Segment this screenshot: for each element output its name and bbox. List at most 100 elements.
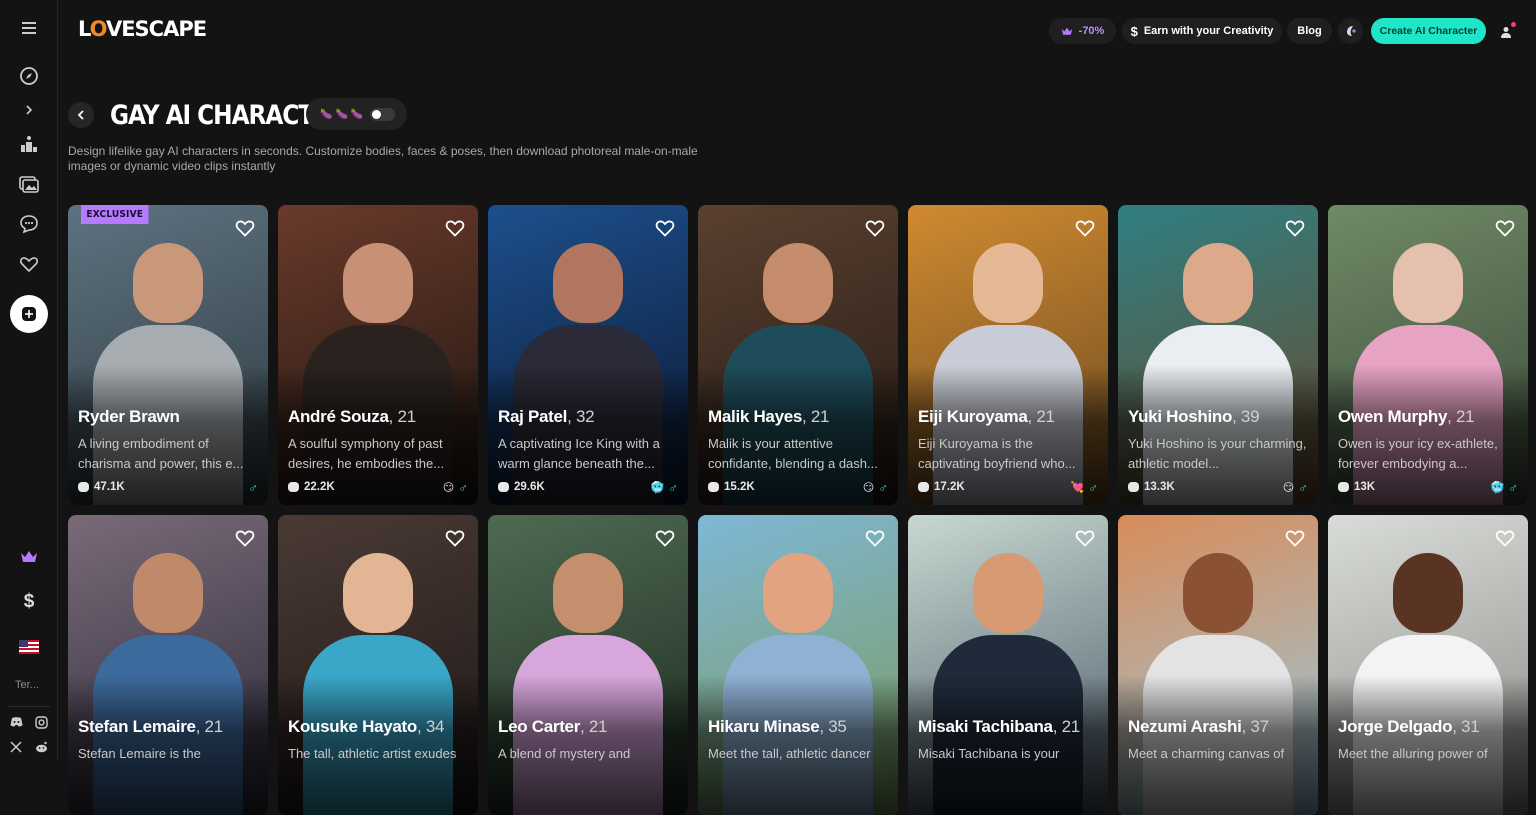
character-name-text: Eiji Kuroyama	[918, 407, 1028, 426]
favorite-heart-icon[interactable]	[234, 217, 256, 239]
character-name-text: Misaki Tachibana	[918, 717, 1053, 736]
character-card[interactable]: Raj Patel, 32 A captivating Ice King with…	[488, 205, 688, 505]
character-name-text: Hikaru Minase	[708, 717, 820, 736]
character-card[interactable]: Malik Hayes, 21 Malik is your attentive c…	[698, 205, 898, 505]
character-description: Eiji Kuroyama is the captivating boyfrie…	[918, 436, 1076, 471]
character-portrait	[553, 243, 623, 323]
personality-emoji-icon: 😏	[1282, 481, 1295, 494]
character-description: Meet the tall, athletic dancer	[708, 746, 871, 761]
instagram-icon[interactable]	[34, 715, 48, 729]
discount-label: -70%	[1078, 25, 1105, 37]
character-name: Leo Carter, 21	[498, 717, 607, 737]
character-card[interactable]: Nezumi Arashi, 37 Meet a charming canvas …	[1118, 515, 1318, 815]
favorite-heart-icon[interactable]	[654, 527, 676, 549]
character-description: The tall, athletic artist exudes	[288, 746, 457, 761]
nsfw-toggle[interactable]: 🍆 🍆 🍆	[306, 98, 407, 130]
dollar-icon[interactable]: $	[17, 590, 41, 614]
character-card[interactable]: André Souza, 21 A soulful symphony of pas…	[278, 205, 478, 505]
character-name: Jorge Delgado, 31	[1338, 717, 1480, 737]
earn-button[interactable]: $ Earn with your Creativity	[1122, 18, 1282, 44]
character-portrait	[1183, 243, 1253, 323]
character-card[interactable]: Stefan Lemaire, 21 Stefan Lemaire is the	[68, 515, 268, 815]
character-description: Yuki Hoshino is your charming, athletic …	[1128, 436, 1307, 471]
chat-count-icon	[498, 482, 509, 492]
gallery-icon[interactable]	[17, 172, 41, 196]
user-icon[interactable]	[1496, 22, 1516, 42]
character-age: , 31	[1452, 717, 1480, 736]
discord-icon[interactable]	[9, 715, 23, 729]
favorite-heart-icon[interactable]	[864, 217, 886, 239]
favorite-heart-icon[interactable]	[864, 527, 886, 549]
character-portrait	[343, 553, 413, 633]
x-twitter-icon[interactable]	[9, 740, 23, 754]
favorite-heart-icon[interactable]	[1494, 527, 1516, 549]
eggplant-icon: 🍆	[350, 108, 364, 120]
character-card[interactable]: Misaki Tachibana, 21 Misaki Tachibana is …	[908, 515, 1108, 815]
character-description: Meet a charming canvas of	[1128, 746, 1285, 761]
character-name: Owen Murphy, 21	[1338, 407, 1475, 427]
chat-icon[interactable]	[17, 212, 41, 236]
compass-icon[interactable]	[17, 64, 41, 88]
heart-chat-icon[interactable]	[17, 252, 41, 276]
favorite-heart-icon[interactable]	[1284, 527, 1306, 549]
back-button[interactable]	[68, 102, 94, 128]
favorite-heart-icon[interactable]	[1074, 217, 1096, 239]
character-card[interactable]: Hikaru Minase, 35 Meet the tall, athletic…	[698, 515, 898, 815]
favorite-heart-icon[interactable]	[444, 527, 466, 549]
character-age: , 34	[417, 717, 445, 736]
character-card[interactable]: Eiji Kuroyama, 21 Eiji Kuroyama is the ca…	[908, 205, 1108, 505]
favorite-heart-icon[interactable]	[1284, 217, 1306, 239]
chat-count-icon	[708, 482, 719, 492]
chevron-right-icon[interactable]	[17, 98, 41, 122]
character-portrait	[343, 243, 413, 323]
character-description: A captivating Ice King with a warm glanc…	[498, 436, 660, 471]
character-card[interactable]: Leo Carter, 21 A blend of mystery and	[488, 515, 688, 815]
character-name: Kousuke Hayato, 34	[288, 717, 444, 737]
character-card[interactable]: Jorge Delgado, 31 Meet the alluring power…	[1328, 515, 1528, 815]
character-card[interactable]: Yuki Hoshino, 39 Yuki Hoshino is your cha…	[1118, 205, 1318, 505]
character-portrait	[133, 553, 203, 633]
blog-button[interactable]: Blog	[1287, 18, 1332, 44]
male-gender-icon: ♂	[248, 479, 258, 495]
card-meta: 47.1K ♂	[78, 479, 258, 495]
character-card[interactable]: EXCLUSIVE Ryder Brawn A living embodiment …	[68, 205, 268, 505]
male-gender-icon: ♂	[1298, 479, 1308, 495]
card-meta: 15.2K 😏 ♂	[708, 479, 888, 495]
favorite-heart-icon[interactable]	[234, 527, 256, 549]
character-description: Owen is your icy ex-athlete, forever emb…	[1338, 436, 1498, 471]
logo[interactable]: LOVESCAPE	[78, 17, 207, 41]
favorite-heart-icon[interactable]	[1074, 527, 1096, 549]
character-name: Ryder Brawn	[78, 407, 180, 427]
character-age: , 21	[580, 717, 608, 736]
notification-dot	[1511, 22, 1516, 27]
character-age: , 39	[1232, 407, 1260, 426]
character-portrait	[973, 553, 1043, 633]
crown-icon[interactable]	[17, 545, 41, 569]
character-name: Misaki Tachibana, 21	[918, 717, 1080, 737]
reddit-icon[interactable]	[34, 740, 48, 754]
leaderboard-icon[interactable]	[17, 132, 41, 156]
moon-icon	[1346, 26, 1356, 36]
create-ai-character-button[interactable]: Create AI Character	[1371, 18, 1486, 44]
character-name-text: Nezumi Arashi	[1128, 717, 1242, 736]
character-name-text: Ryder Brawn	[78, 407, 180, 426]
crown-icon	[1061, 27, 1072, 35]
favorite-heart-icon[interactable]	[444, 217, 466, 239]
terms-link[interactable]: Ter...	[15, 679, 39, 691]
favorite-heart-icon[interactable]	[1494, 217, 1516, 239]
discount-button[interactable]: -70%	[1049, 18, 1116, 44]
character-age: , 21	[1447, 407, 1475, 426]
theme-button[interactable]	[1338, 18, 1363, 44]
chat-count-icon	[918, 482, 929, 492]
us-flag-icon[interactable]	[17, 635, 41, 659]
character-description: Misaki Tachibana is your	[918, 746, 1060, 761]
menu-icon[interactable]	[17, 16, 41, 40]
create-button[interactable]	[10, 295, 48, 333]
toggle-switch[interactable]	[370, 108, 395, 121]
male-gender-icon: ♂	[878, 479, 888, 495]
character-card[interactable]: Owen Murphy, 21 Owen is your icy ex-athle…	[1328, 205, 1528, 505]
favorite-heart-icon[interactable]	[654, 217, 676, 239]
character-card[interactable]: Kousuke Hayato, 34 The tall, athletic art…	[278, 515, 478, 815]
character-description: A blend of mystery and	[498, 746, 631, 761]
earn-label: Earn with your Creativity	[1143, 25, 1274, 37]
